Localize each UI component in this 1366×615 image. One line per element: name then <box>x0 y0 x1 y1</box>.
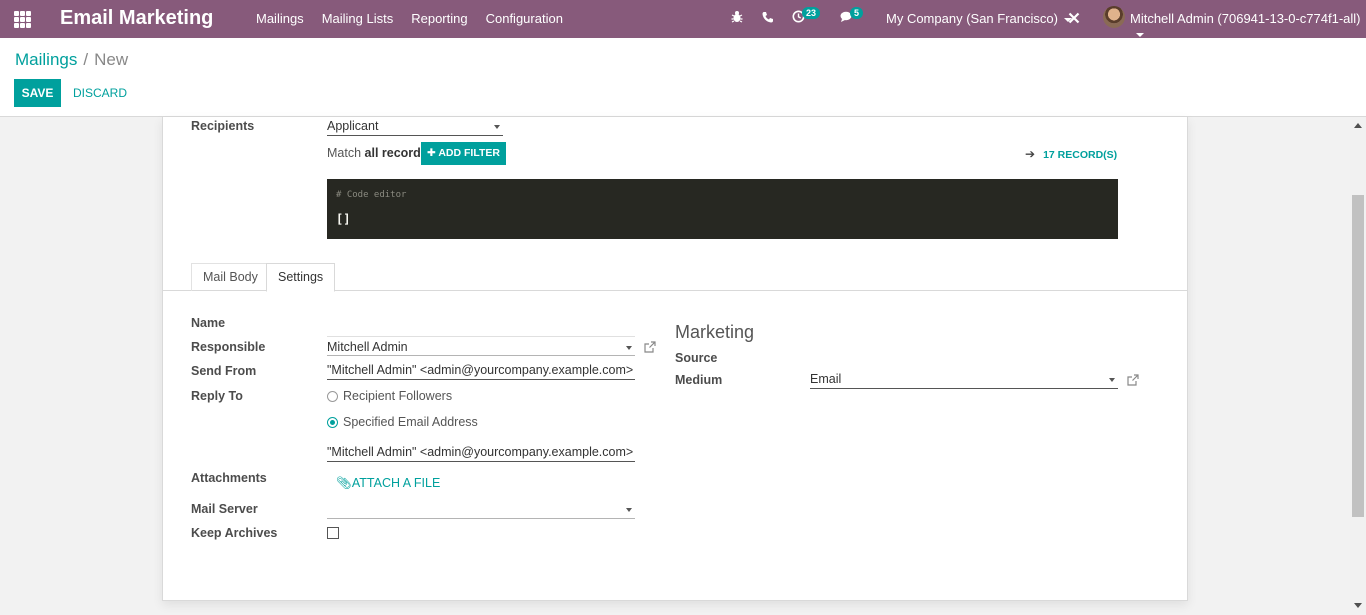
form-sheet: Recipients Applicant Match all records ✚… <box>162 117 1188 601</box>
reply-to-input[interactable]: "Mitchell Admin" <admin@yourcompany.exam… <box>327 442 635 462</box>
match-prefix: Match <box>327 146 362 160</box>
tab-settings[interactable]: Settings <box>266 263 336 292</box>
company-name: My Company (San Francisco) <box>886 11 1058 26</box>
menu-item-mailings[interactable]: Mailings <box>256 11 304 26</box>
user-avatar[interactable] <box>1103 6 1125 28</box>
records-link[interactable]: ➔ 17 RECORD(S) <box>1025 147 1117 161</box>
discard-button[interactable]: DISCARD <box>73 86 127 100</box>
user-name: Mitchell Admin (706941-13-0-c774f1-all) <box>1130 11 1361 26</box>
keep-archives-checkbox[interactable] <box>327 527 339 539</box>
add-filter-label: ADD FILTER <box>438 147 500 159</box>
activity-count-badge: 23 <box>802 7 821 19</box>
external-link-icon[interactable] <box>1127 374 1139 386</box>
breadcrumb-current: New <box>94 50 129 69</box>
paperclip-icon: 📎︎ <box>336 476 352 490</box>
responsible-select[interactable]: Mitchell Admin <box>327 336 635 356</box>
reply-to-value: "Mitchell Admin" <admin@yourcompany.exam… <box>327 445 634 459</box>
chevron-down-icon <box>1109 378 1115 382</box>
radio-specified-email[interactable] <box>327 417 338 428</box>
source-label: Source <box>675 351 718 365</box>
messages-count-badge: 5 <box>850 7 864 19</box>
scroll-down-icon[interactable] <box>1354 603 1362 608</box>
notebook-tabs: Mail Body Settings <box>163 263 1188 292</box>
main-menu: Mailings Mailing Lists Reporting Configu… <box>247 11 572 26</box>
name-label: Name <box>191 316 226 330</box>
chevron-down-icon <box>626 346 632 350</box>
radio-recipient-followers-label[interactable]: Recipient Followers <box>343 389 452 403</box>
recipients-value: Applicant <box>327 119 379 133</box>
marketing-group-title: Marketing <box>675 322 755 342</box>
activity-clock-icon[interactable]: 23 <box>792 7 821 26</box>
external-link-icon[interactable] <box>644 341 656 353</box>
code-editor-comment: # Code editor <box>336 190 407 200</box>
responsible-label: Responsible <box>191 340 266 354</box>
mail-server-label: Mail Server <box>191 502 258 516</box>
send-from-input[interactable]: "Mitchell Admin" <admin@yourcompany.exam… <box>327 360 635 380</box>
vertical-scrollbar[interactable] <box>1350 117 1366 615</box>
reply-to-label: Reply To <box>191 389 243 403</box>
menu-item-mailing-lists[interactable]: Mailing Lists <box>322 11 394 26</box>
apps-grid-icon[interactable] <box>14 11 31 28</box>
chevron-down-icon <box>626 508 632 512</box>
medium-value: Email <box>810 372 842 386</box>
domain-match-text: Match all records <box>327 146 428 160</box>
arrow-right-icon: ➔ <box>1025 147 1036 161</box>
send-from-value: "Mitchell Admin" <admin@yourcompany.exam… <box>327 363 634 377</box>
company-switcher[interactable]: My Company (San Francisco) <box>886 11 1072 26</box>
match-all-records: all records <box>364 146 428 160</box>
phone-icon[interactable] <box>762 10 774 26</box>
user-menu[interactable]: Mitchell Admin (706941-13-0-c774f1-all) <box>1130 11 1366 41</box>
menu-item-configuration[interactable]: Configuration <box>486 11 563 26</box>
chevron-down-icon <box>494 125 500 129</box>
add-filter-button[interactable]: ✚ ADD FILTER <box>421 142 506 165</box>
code-editor[interactable]: # Code editor [] <box>327 179 1118 239</box>
breadcrumb-mailings[interactable]: Mailings <box>15 50 77 69</box>
keep-archives-label: Keep Archives <box>191 526 278 540</box>
recipients-label: Recipients <box>191 119 255 133</box>
control-panel: Mailings / New SAVE DISCARD <box>0 38 1366 117</box>
medium-select[interactable]: Email <box>810 369 1118 389</box>
bug-icon[interactable] <box>731 10 743 26</box>
plus-icon: ✚ <box>427 147 436 159</box>
breadcrumb: Mailings / New <box>15 50 128 70</box>
mail-server-select[interactable] <box>327 499 635 519</box>
scroll-up-icon[interactable] <box>1354 123 1362 128</box>
attachments-label: Attachments <box>191 471 267 485</box>
attach-file-button[interactable]: 📎︎ATTACH A FILE <box>336 476 440 491</box>
chevron-down-icon <box>1136 32 1144 37</box>
records-count: 17 RECORD(S) <box>1043 149 1118 161</box>
close-tools-icon[interactable] <box>1068 11 1080 27</box>
breadcrumb-separator: / <box>83 50 89 69</box>
radio-recipient-followers[interactable] <box>327 391 338 402</box>
code-editor-value: [] <box>336 212 351 226</box>
app-title[interactable]: Email Marketing <box>60 7 213 30</box>
send-from-label: Send From <box>191 364 257 378</box>
attach-file-label: ATTACH A FILE <box>351 476 441 490</box>
recipients-select[interactable]: Applicant <box>327 116 503 136</box>
save-button[interactable]: SAVE <box>14 79 61 107</box>
tab-mail-body[interactable]: Mail Body <box>191 263 270 291</box>
menu-item-reporting[interactable]: Reporting <box>411 11 467 26</box>
messages-icon[interactable]: 5 <box>840 7 864 26</box>
top-navbar: Email Marketing Mailings Mailing Lists R… <box>0 0 1366 38</box>
scrollbar-thumb[interactable] <box>1352 195 1364 517</box>
medium-label: Medium <box>675 373 723 387</box>
responsible-value: Mitchell Admin <box>327 340 408 354</box>
radio-specified-email-label[interactable]: Specified Email Address <box>343 415 478 429</box>
